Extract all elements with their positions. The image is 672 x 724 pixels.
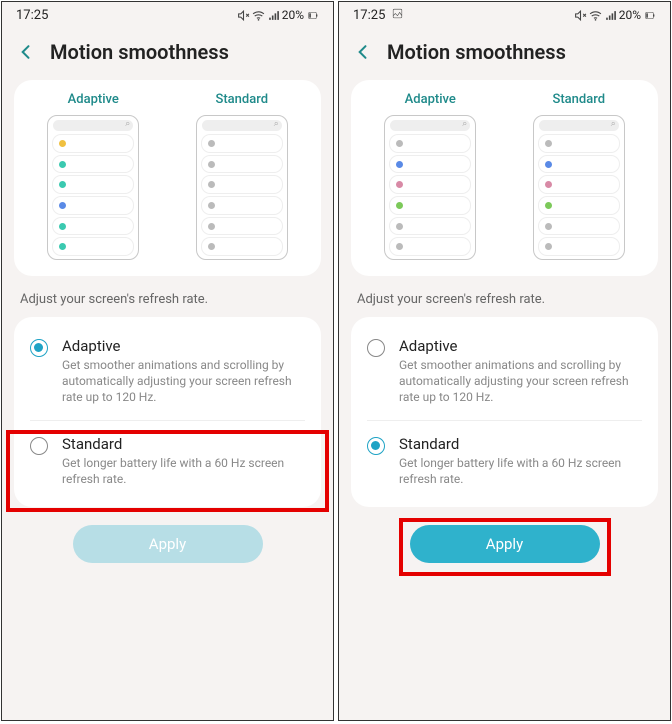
option-desc-adaptive: Get smoother animations and scrolling by…	[399, 357, 642, 406]
apply-wrap: Apply	[2, 507, 333, 581]
preview-label-adaptive: Adaptive	[405, 92, 456, 107]
battery-text: 20%	[282, 8, 304, 22]
description-text: Adjust your screen's refresh rate.	[339, 276, 670, 317]
header: Motion smoothness	[2, 28, 333, 80]
apply-button[interactable]: Apply	[73, 525, 263, 563]
option-desc-adaptive: Get smoother animations and scrolling by…	[62, 357, 305, 406]
radio-standard[interactable]	[30, 437, 48, 455]
mini-phone-standard	[196, 115, 288, 260]
page-title: Motion smoothness	[50, 40, 229, 64]
preview-standard: Standard	[175, 92, 310, 260]
preview-card: Adaptive Standard	[351, 80, 658, 276]
back-icon[interactable]	[16, 42, 36, 62]
clock: 17:25	[16, 8, 48, 23]
mini-phone-adaptive	[384, 115, 476, 260]
option-title-standard: Standard	[62, 435, 305, 453]
clock: 17:25	[353, 8, 385, 23]
mini-phone-standard	[533, 115, 625, 260]
header: Motion smoothness	[339, 28, 670, 80]
page-title: Motion smoothness	[387, 40, 566, 64]
signal-icon	[267, 9, 280, 22]
options-card: Adaptive Get smoother animations and scr…	[351, 317, 658, 507]
preview-label-standard: Standard	[552, 92, 605, 107]
battery-icon	[643, 9, 656, 22]
mute-icon	[574, 9, 587, 22]
status-icons: 20%	[237, 8, 319, 22]
options-card: Adaptive Get smoother animations and scr…	[14, 317, 321, 507]
preview-card: Adaptive Standard	[14, 80, 321, 276]
status-bar: 17:25 20%	[339, 2, 670, 28]
status-bar: 17:25 20%	[2, 2, 333, 28]
option-standard[interactable]: Standard Get longer battery life with a …	[14, 421, 321, 501]
option-desc-standard: Get longer battery life with a 60 Hz scr…	[399, 455, 642, 487]
wifi-icon	[252, 9, 265, 22]
option-title-standard: Standard	[399, 435, 642, 453]
battery-text: 20%	[619, 8, 641, 22]
radio-adaptive[interactable]	[30, 339, 48, 357]
apply-button[interactable]: Apply	[410, 525, 600, 563]
preview-label-adaptive: Adaptive	[68, 92, 119, 107]
option-title-adaptive: Adaptive	[62, 337, 305, 355]
preview-adaptive: Adaptive	[363, 92, 498, 260]
signal-icon	[604, 9, 617, 22]
radio-adaptive[interactable]	[367, 339, 385, 357]
preview-adaptive: Adaptive	[26, 92, 161, 260]
description-text: Adjust your screen's refresh rate.	[2, 276, 333, 317]
battery-icon	[306, 9, 319, 22]
mini-phone-adaptive	[47, 115, 139, 260]
option-desc-standard: Get longer battery life with a 60 Hz scr…	[62, 455, 305, 487]
right-pane: 17:25 20% Motion smoothness Adaptive Sta…	[338, 1, 671, 721]
preview-label-standard: Standard	[215, 92, 268, 107]
option-adaptive[interactable]: Adaptive Get smoother animations and scr…	[14, 323, 321, 420]
radio-standard[interactable]	[367, 437, 385, 455]
mute-icon	[237, 9, 250, 22]
option-standard[interactable]: Standard Get longer battery life with a …	[351, 421, 658, 501]
wifi-icon	[589, 9, 602, 22]
status-icons: 20%	[574, 8, 656, 22]
preview-standard: Standard	[512, 92, 647, 260]
option-adaptive[interactable]: Adaptive Get smoother animations and scr…	[351, 323, 658, 420]
option-title-adaptive: Adaptive	[399, 337, 642, 355]
left-pane: 17:25 20% Motion smoothness Adaptive Sta…	[1, 1, 334, 721]
apply-wrap: Apply	[339, 507, 670, 581]
screenshot-icon	[391, 7, 404, 23]
back-icon[interactable]	[353, 42, 373, 62]
